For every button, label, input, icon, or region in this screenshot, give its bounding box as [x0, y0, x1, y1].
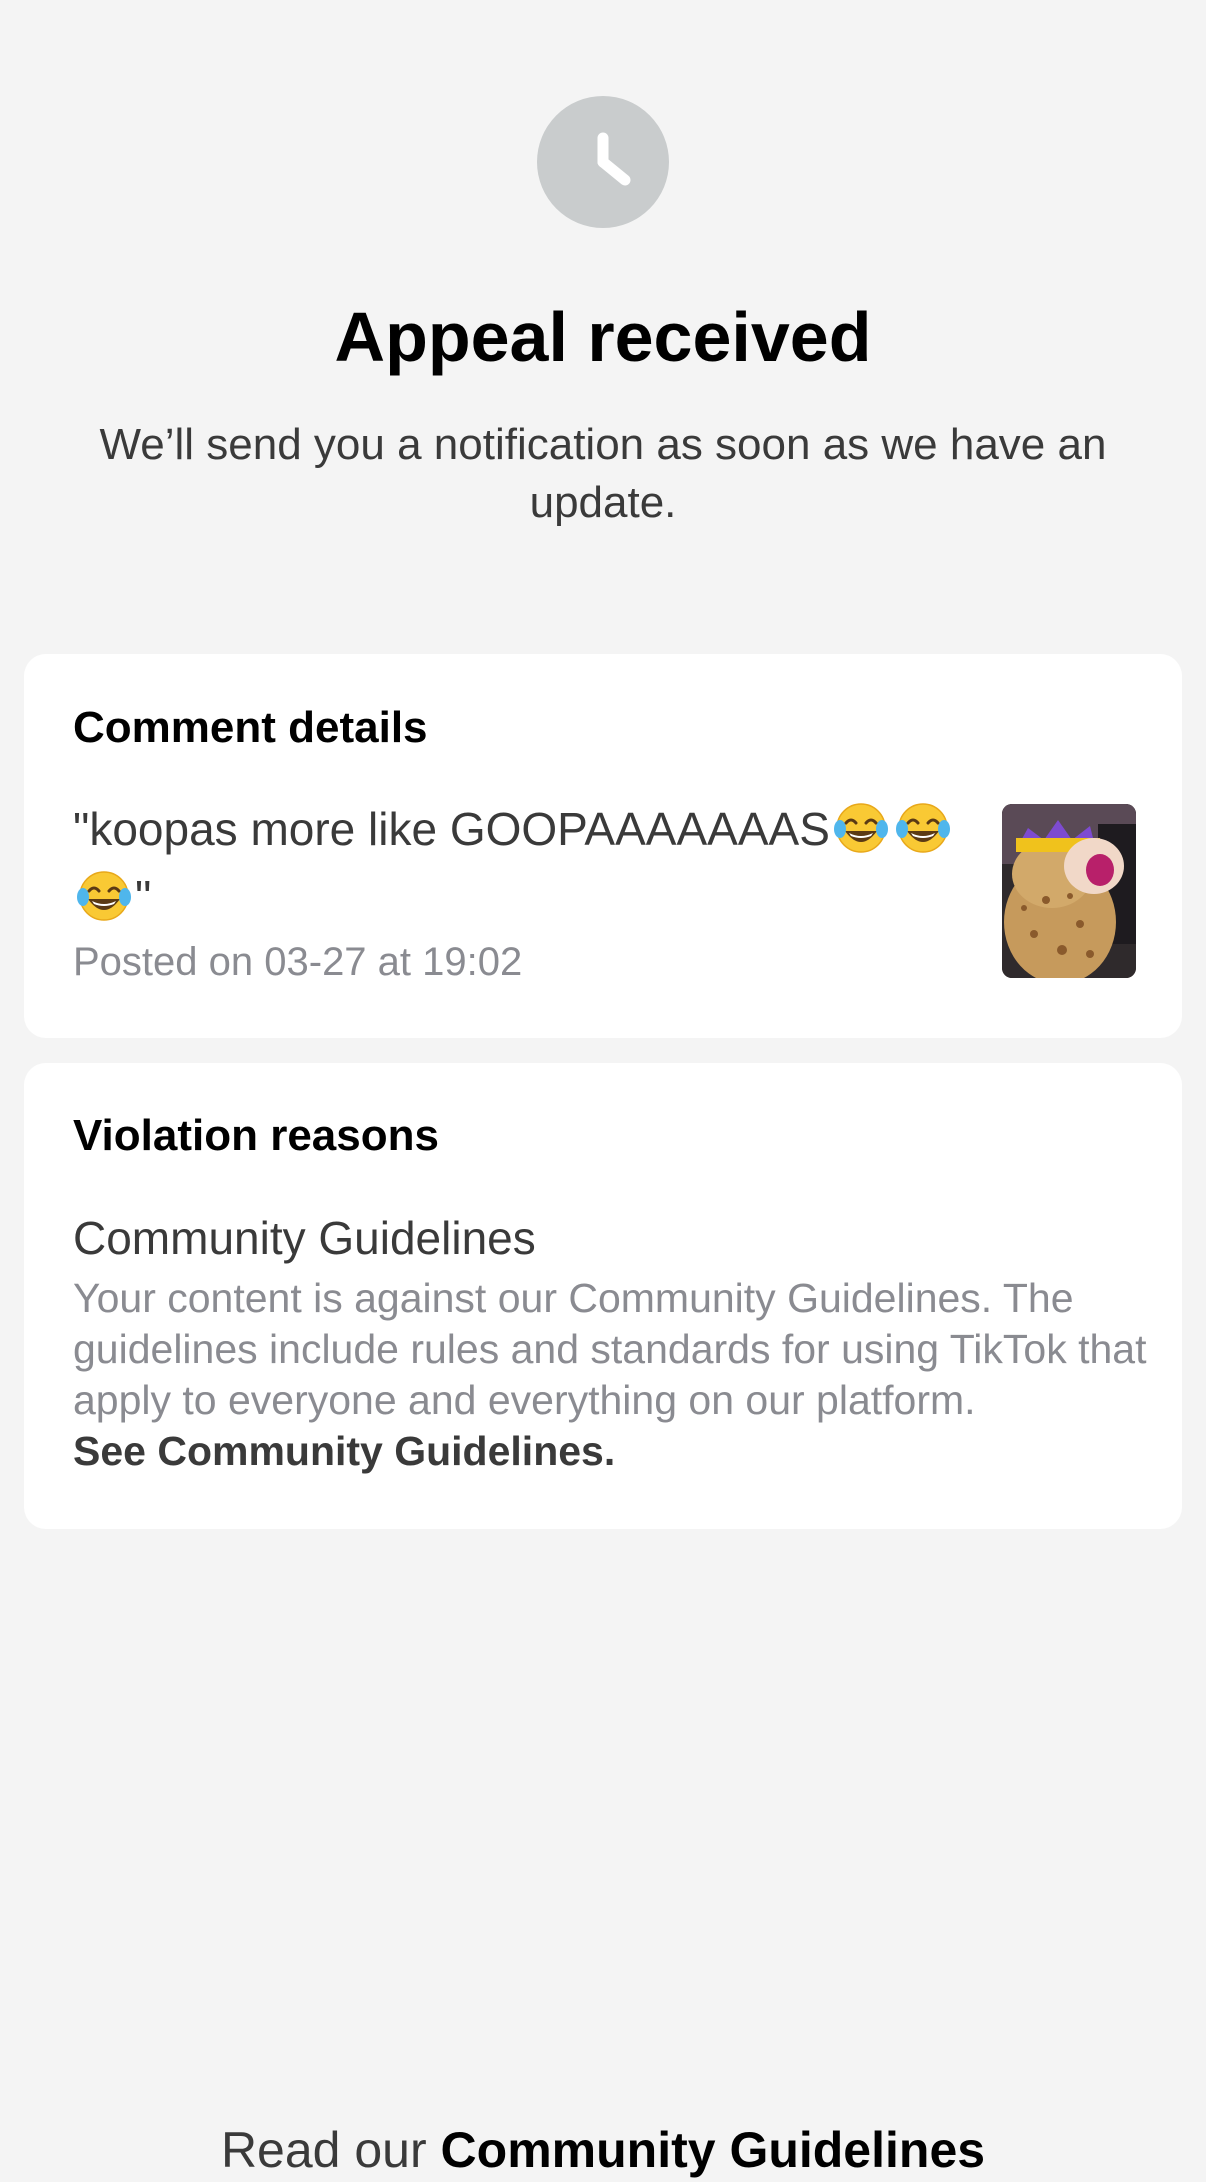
footer-prefix: Read our: [220, 2122, 427, 2178]
comment-text: "koopas more like GOOPAAAAAAAS ": [73, 800, 973, 936]
violation-reasons-card: Violation reasons Community Guidelines Y…: [24, 1063, 1182, 1529]
violation-section-heading: Community Guidelines: [73, 1212, 536, 1264]
violation-description-text: Your content is against our Community Gu…: [73, 1275, 1147, 1423]
comment-close-quote: ": [135, 871, 152, 923]
posted-timestamp: Posted on 03-27 at 19:02: [73, 940, 523, 984]
video-thumbnail[interactable]: [1002, 804, 1136, 978]
footer-guidelines: Read our Community Guidelines: [0, 2118, 1206, 2182]
face-with-tears-of-joy-icon: [832, 801, 890, 868]
page-title: Appeal received: [334, 298, 872, 376]
clock-icon: [537, 96, 669, 228]
violation-description: Your content is against our Community Gu…: [73, 1273, 1153, 1477]
comment-details-title: Comment details: [73, 703, 428, 752]
violation-reasons-title: Violation reasons: [73, 1111, 439, 1160]
footer-community-guidelines-link[interactable]: Community Guidelines: [441, 2122, 986, 2178]
comment-text-content: "koopas more like GOOPAAAAAAAS: [73, 803, 830, 855]
comment-details-card: Comment details "koopas more like GOOPAA…: [24, 654, 1182, 1038]
face-with-tears-of-joy-icon: [894, 801, 952, 868]
see-community-guidelines-link[interactable]: See Community Guidelines.: [73, 1426, 1153, 1477]
page-subtitle: We’ll send you a notification as soon as…: [99, 420, 1107, 527]
face-with-tears-of-joy-icon: [75, 869, 133, 936]
